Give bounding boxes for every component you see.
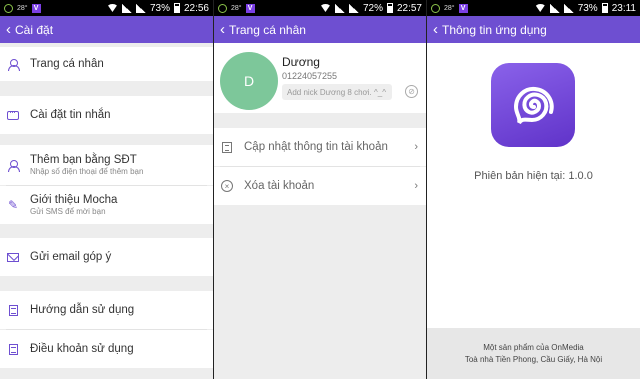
- battery-percent: 73%: [149, 2, 170, 14]
- menu-item-label: Hướng dẫn sử dụng: [30, 304, 135, 316]
- version-text: Phiên bản hiện tại: 1.0.0: [474, 170, 593, 182]
- profile-topbar: ‹ Trang cá nhân: [214, 16, 426, 43]
- back-icon[interactable]: ‹: [433, 22, 438, 37]
- menu-item-guide[interactable]: Hướng dẫn sử dụng: [0, 291, 213, 329]
- menu-item-label: Cài đặt tin nhắn: [30, 109, 111, 121]
- wifi-icon: [106, 4, 118, 12]
- nick-input[interactable]: Add nick Dương 8 chơi. ^_^: [282, 84, 392, 100]
- temperature: 28°: [231, 4, 242, 12]
- action-label: Cập nhật thông tin tài khoản: [244, 141, 388, 153]
- status-bar: 28° V 73% 22:56: [0, 0, 213, 16]
- menu-item-label: Điều khoản sử dụng: [30, 343, 134, 355]
- app-logo: [491, 63, 575, 147]
- temperature: 28°: [444, 4, 455, 12]
- viber-icon: V: [31, 3, 41, 13]
- menu-item-profile[interactable]: Trang cá nhân: [0, 47, 213, 81]
- pencil-icon: ✎: [7, 198, 19, 212]
- wifi-icon: [319, 4, 331, 12]
- back-icon[interactable]: ‹: [220, 22, 225, 37]
- about-topbar: ‹ Thông tin ứng dụng: [427, 16, 640, 43]
- clock: 22:57: [396, 2, 422, 14]
- back-icon[interactable]: ‹: [6, 22, 11, 37]
- chevron-right-icon: ›: [414, 141, 418, 153]
- signal-icon: [348, 3, 359, 13]
- page-title: Cài đặt: [15, 22, 54, 37]
- edit-doc-icon: [220, 140, 234, 154]
- edit-status-icon[interactable]: ⊘: [405, 85, 418, 98]
- menu-item-label: Gửi email góp ý: [30, 251, 112, 263]
- profile-name: Dương: [282, 55, 320, 69]
- signal-icon: [121, 3, 132, 13]
- about-footer: Một sản phẩm của OnMedia Toà nhà Tiền Ph…: [427, 328, 640, 379]
- page-title: Thông tin ứng dụng: [442, 22, 547, 37]
- page-title: Trang cá nhân: [229, 22, 306, 37]
- add-person-icon: [6, 158, 20, 172]
- profile-phone: 01224057255: [282, 71, 338, 81]
- chevron-right-icon: ›: [414, 180, 418, 192]
- battery-icon: [173, 3, 180, 13]
- wifi-icon: [534, 4, 546, 12]
- status-bar: 28° V 73% 23:11: [427, 0, 640, 16]
- settings-screen: 28°V 73% 22:56 ‹ Cài đặt Trang cá nhân Cà…: [0, 0, 213, 379]
- menu-item-feedback[interactable]: Gửi email góp ý: [0, 238, 213, 276]
- spiral-logo-icon: [513, 86, 554, 125]
- menu-item-terms[interactable]: Điều khoản sử dụng: [0, 330, 213, 368]
- doc-icon: [6, 342, 20, 356]
- menu-item-label: Giới thiệu Mocha: [30, 194, 118, 206]
- menu-item-add-friend[interactable]: Thêm bạn bằng SĐT Nhập số điện thoại để …: [0, 145, 213, 185]
- app-notification-icon: [4, 3, 13, 13]
- signal-icon: [563, 3, 574, 13]
- avatar[interactable]: D: [220, 52, 278, 110]
- viber-icon: V: [458, 3, 468, 13]
- status-bar: 28° V 72% 22:57: [214, 0, 426, 16]
- menu-item-label: Thêm bạn bằng SĐT: [30, 154, 137, 166]
- update-account-button[interactable]: Cập nhật thông tin tài khoản ›: [214, 128, 426, 166]
- app-notification-icon: [431, 3, 440, 13]
- signal-icon: [549, 3, 560, 13]
- menu-item-message-settings[interactable]: Cài đặt tin nhắn: [0, 96, 213, 134]
- temperature: 28°: [17, 4, 28, 12]
- about-content: Phiên bản hiện tại: 1.0.0: [427, 43, 640, 328]
- x-circle-icon: ×: [220, 179, 234, 193]
- menu-item-subtitle: Gửi SMS để mời bạn: [30, 207, 106, 216]
- delete-account-button[interactable]: × Xóa tài khoản ›: [214, 167, 426, 205]
- settings-topbar: ‹ Cài đặt: [0, 16, 213, 43]
- about-screen: 28° V 73% 23:11 ‹ Thông tin ứng dụng Phiên…: [427, 0, 640, 379]
- menu-item-subtitle: Nhập số điện thoại để thêm bạn: [30, 167, 144, 176]
- battery-icon: [386, 3, 393, 13]
- footer-line-1: Một sản phẩm của OnMedia: [483, 343, 584, 352]
- battery-icon: [601, 3, 608, 13]
- action-label: Xóa tài khoản: [244, 180, 315, 192]
- mail-icon: [6, 250, 20, 264]
- person-icon: [6, 57, 20, 71]
- profile-screen: 28° V 72% 22:57 ‹ Trang cá nhân D Dương 01…: [214, 0, 426, 379]
- guide-icon: [6, 303, 20, 317]
- signal-icon: [334, 3, 345, 13]
- menu-item-invite[interactable]: ✎ Giới thiệu Mocha Gửi SMS để mời bạn: [0, 186, 213, 224]
- battery-percent: 73%: [577, 2, 598, 14]
- footer-line-2: Toà nhà Tiền Phong, Cầu Giấy, Hà Nội: [464, 355, 603, 364]
- app-notification-icon: [218, 3, 227, 13]
- signal-icon: [135, 3, 146, 13]
- chat-icon: [6, 107, 20, 122]
- menu-item-label: Trang cá nhân: [30, 58, 104, 70]
- profile-card: D Dương 01224057255 Add nick Dương 8 chơ…: [214, 43, 426, 113]
- clock: 23:11: [611, 2, 636, 14]
- clock: 22:56: [183, 2, 209, 14]
- viber-icon: V: [245, 3, 255, 13]
- battery-percent: 72%: [362, 2, 383, 14]
